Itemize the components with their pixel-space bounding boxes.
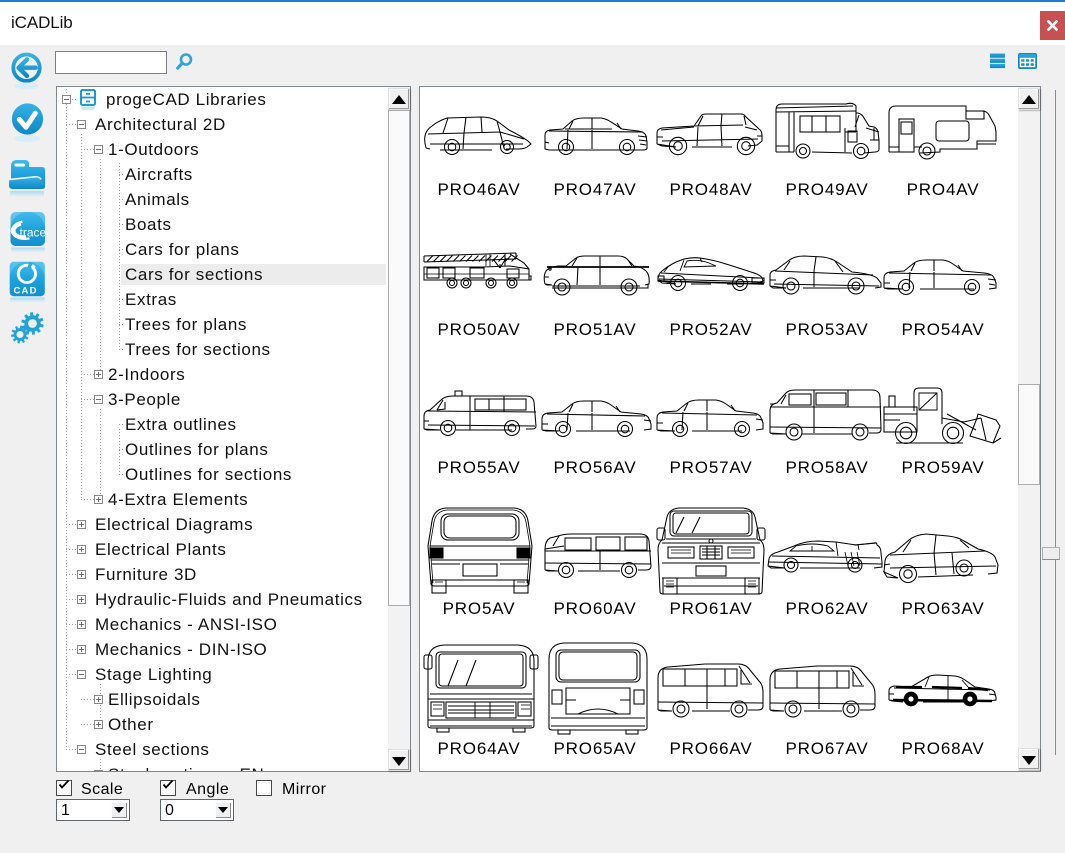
svg-text:trace: trace: [20, 226, 47, 240]
svg-text:CAD: CAD: [14, 286, 38, 297]
